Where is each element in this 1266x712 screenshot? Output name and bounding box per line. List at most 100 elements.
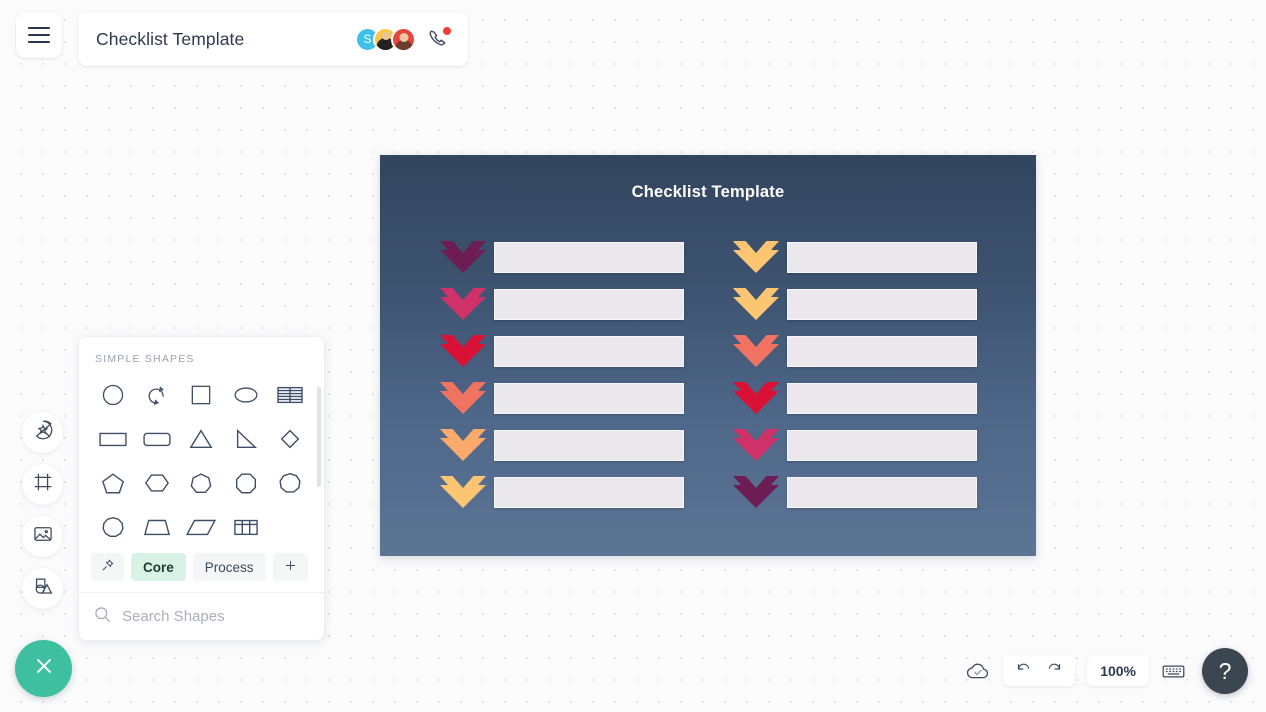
shapes-icon — [32, 575, 54, 602]
call-notification-dot — [443, 27, 451, 35]
diagram-title: Checklist Template — [631, 183, 785, 201]
checklist-item-field[interactable] — [494, 382, 684, 414]
checklist-row — [732, 334, 977, 368]
checklist-item-field[interactable] — [787, 382, 977, 414]
shapes-panel: SIMPLE SHAPES Core Process Search Shapes — [79, 337, 324, 640]
chevron-arrow-icon — [733, 476, 779, 508]
checklist-row — [732, 240, 977, 274]
shape-nonagon[interactable] — [268, 463, 312, 503]
page-title[interactable]: Checklist Template — [96, 29, 244, 50]
checklist-item-field[interactable] — [494, 241, 684, 273]
add-category-button[interactable] — [272, 553, 308, 581]
chevron-arrow — [439, 334, 487, 368]
shape-arc-spiral[interactable] — [135, 375, 179, 415]
shape-diamond[interactable] — [268, 419, 312, 459]
tab-process-label: Process — [204, 559, 254, 575]
shape-striped-table[interactable] — [268, 375, 312, 415]
shape-parallelogram[interactable] — [179, 507, 223, 547]
checklist-item-field[interactable] — [787, 335, 977, 367]
tab-core[interactable]: Core — [131, 553, 186, 581]
shape-ellipse[interactable] — [224, 375, 268, 415]
checklist-row — [732, 381, 977, 415]
shape-right-triangle[interactable] — [224, 419, 268, 459]
sidebar-item-frames[interactable] — [22, 464, 63, 505]
sticker-star-icon — [32, 419, 54, 446]
checklist-left-column — [439, 240, 684, 509]
chevron-arrow-icon — [733, 429, 779, 461]
app-canvas: Checklist Template S SIMPLE SHAPES Core … — [0, 0, 1266, 712]
chevron-arrow — [439, 240, 487, 274]
shape-heptagon[interactable] — [179, 463, 223, 503]
avatar-initial: S — [363, 32, 372, 46]
avatar[interactable] — [391, 26, 416, 52]
close-panel-button[interactable] — [15, 640, 72, 697]
image-icon — [32, 523, 54, 550]
phone-call-icon[interactable] — [426, 27, 451, 51]
shape-decagon[interactable] — [91, 507, 135, 547]
checklist-diagram[interactable]: Checklist Template — [380, 155, 1036, 556]
sidebar-item-images[interactable] — [22, 516, 63, 557]
shape-rectangle[interactable] — [91, 419, 135, 459]
cloud-saved-icon[interactable] — [965, 660, 991, 682]
shape-trapezoid[interactable] — [135, 507, 179, 547]
chevron-arrow — [439, 475, 487, 509]
tab-process[interactable]: Process — [192, 553, 266, 581]
search-input[interactable] — [122, 608, 321, 625]
checklist-item-field[interactable] — [494, 335, 684, 367]
chevron-arrow-icon — [733, 288, 779, 320]
checklist-item-field[interactable] — [494, 476, 684, 508]
chevron-arrow-icon — [440, 241, 486, 273]
checklist-item-field[interactable] — [787, 476, 977, 508]
chevron-arrow — [439, 428, 487, 462]
chevron-arrow-icon — [733, 241, 779, 273]
checklist-item-field[interactable] — [494, 288, 684, 320]
chevron-arrow — [732, 334, 780, 368]
checklist-right-column — [732, 240, 977, 509]
chevron-arrow — [732, 475, 780, 509]
undo-icon[interactable] — [1014, 659, 1033, 683]
checklist-item-field[interactable] — [787, 429, 977, 461]
collaborator-avatars: S — [355, 26, 451, 52]
close-x-icon — [31, 653, 57, 684]
tab-core-label: Core — [143, 559, 174, 575]
hamburger-menu-button[interactable] — [16, 12, 62, 58]
keyboard-icon[interactable] — [1161, 662, 1186, 681]
shape-square[interactable] — [179, 375, 223, 415]
checklist-row — [732, 475, 977, 509]
zoom-level-button[interactable]: 100% — [1087, 656, 1149, 686]
chevron-arrow — [732, 287, 780, 321]
chevron-arrow — [439, 381, 487, 415]
shape-hexagon[interactable] — [135, 463, 179, 503]
chevron-arrow-icon — [440, 476, 486, 508]
shape-grid-table[interactable] — [224, 507, 268, 547]
hamburger-line — [28, 41, 50, 43]
chevron-arrow — [732, 240, 780, 274]
bottom-toolbar: 100% ? — [965, 648, 1248, 694]
checklist-row — [439, 334, 684, 368]
pin-icon — [100, 558, 115, 576]
redo-icon[interactable] — [1045, 659, 1064, 683]
shapes-grid — [91, 375, 312, 547]
shapes-panel-header: SIMPLE SHAPES — [95, 353, 195, 365]
undo-redo-pill — [1003, 656, 1076, 686]
shape-rounded-rectangle[interactable] — [135, 419, 179, 459]
checklist-item-field[interactable] — [787, 241, 977, 273]
help-button[interactable]: ? — [1202, 648, 1248, 694]
checklist-item-field[interactable] — [494, 429, 684, 461]
chevron-arrow-icon — [440, 382, 486, 414]
checklist-item-field[interactable] — [787, 288, 977, 320]
shape-pentagon[interactable] — [91, 463, 135, 503]
chevron-arrow-icon — [733, 382, 779, 414]
shapes-panel-scrollbar[interactable] — [317, 387, 321, 487]
plus-icon — [283, 558, 298, 576]
document-title-bar: Checklist Template S — [78, 12, 468, 66]
shape-octagon[interactable] — [224, 463, 268, 503]
sidebar-item-stickers[interactable] — [22, 412, 63, 453]
tab-pinned[interactable] — [91, 553, 124, 581]
sidebar-item-shapes[interactable] — [22, 568, 63, 609]
shape-circle[interactable] — [91, 375, 135, 415]
chevron-arrow — [732, 428, 780, 462]
checklist-row — [439, 287, 684, 321]
shape-triangle[interactable] — [179, 419, 223, 459]
frame-icon — [32, 471, 54, 498]
